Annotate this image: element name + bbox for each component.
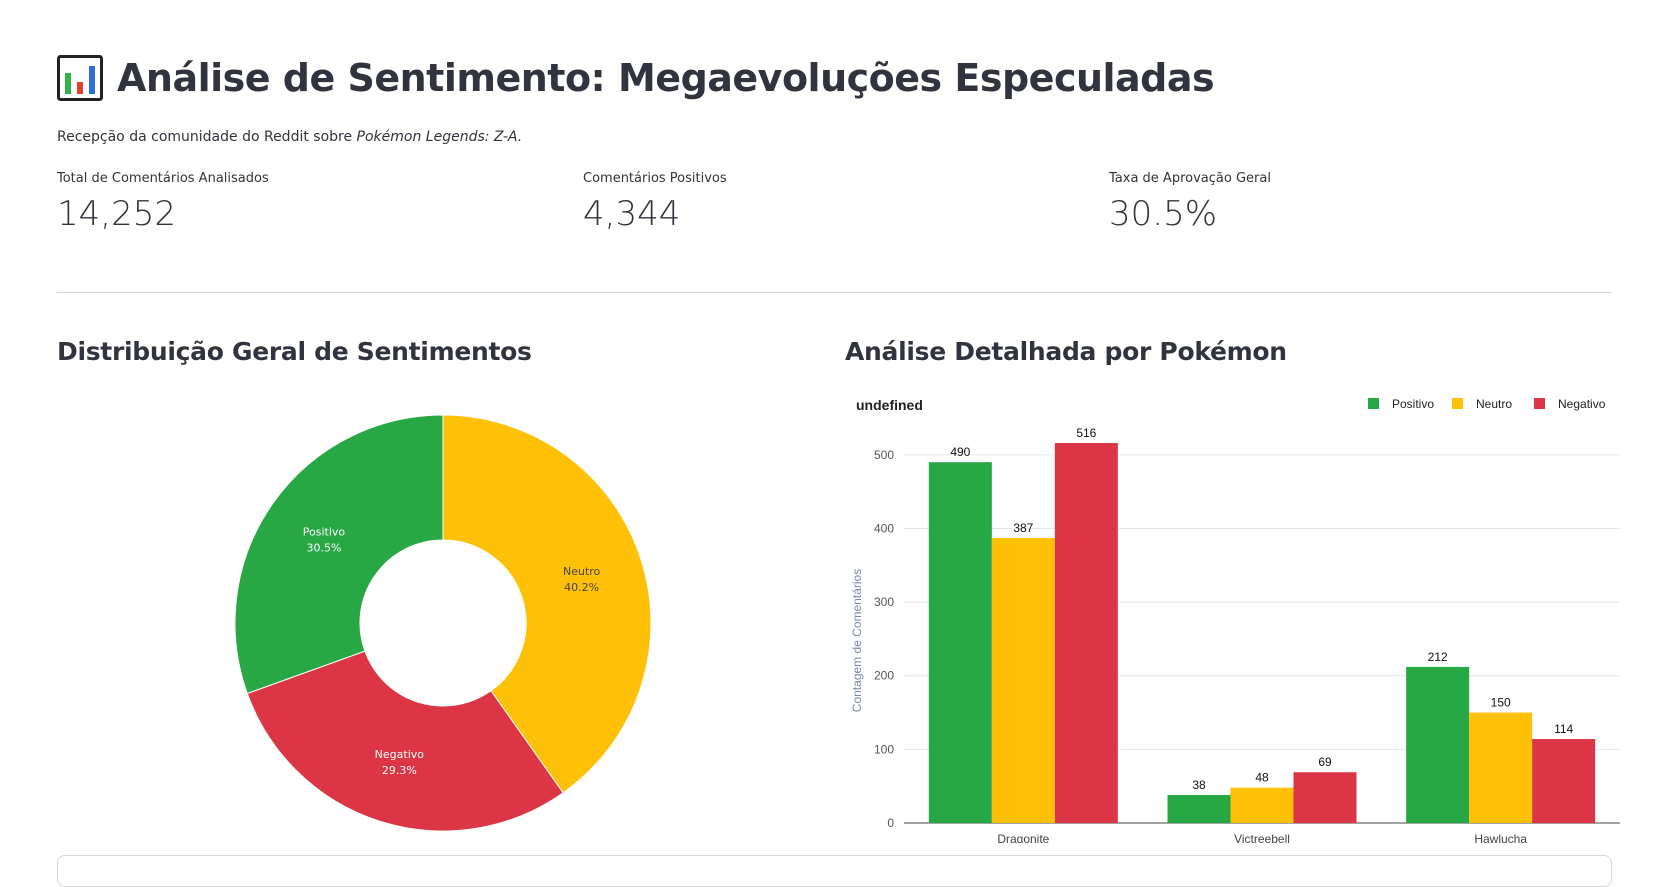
- pie-percent-neutro: 40.2%: [564, 581, 599, 594]
- x-tick-label: Dragonite: [997, 832, 1049, 843]
- y-tick-label: 400: [874, 521, 894, 535]
- bar-value-label: 212: [1428, 650, 1448, 664]
- metric-approval-rate: Taxa de Aprovação Geral 30.5%: [1109, 171, 1271, 234]
- metric-value: 30.5%: [1109, 194, 1218, 234]
- bar-value-label: 114: [1554, 722, 1573, 736]
- legend-label-negativo[interactable]: Negativo: [1558, 397, 1606, 411]
- page-title-text: Análise de Sentimento: Megaevoluções Esp…: [117, 56, 1215, 100]
- bar-victreebell-positivo[interactable]: [1167, 795, 1231, 823]
- y-tick-label: 200: [874, 669, 894, 683]
- sentiment-donut-chart: Neutro 40.2% Negativo 29.3% Positivo 30.5%: [234, 414, 652, 832]
- pie-label-positivo: Positivo: [303, 525, 346, 538]
- bar-victreebell-neutro[interactable]: [1230, 787, 1294, 823]
- subtitle-game-name: Pokémon Legends: Z-A.: [356, 129, 523, 145]
- pokemon-analysis-title: Análise Detalhada por Pokémon: [845, 337, 1287, 366]
- legend-swatch-neutro[interactable]: [1452, 398, 1463, 409]
- bar-chart-emoji-icon: [57, 55, 103, 101]
- bar-value-label: 38: [1192, 778, 1206, 792]
- metric-label: Total de Comentários Analisados: [57, 171, 269, 186]
- legend-swatch-positivo[interactable]: [1368, 398, 1379, 409]
- bar-chart-legend: Positivo Neutro Negativo: [1368, 397, 1606, 411]
- metric-label: Comentários Positivos: [583, 171, 727, 186]
- bar-hawlucha-neutro[interactable]: [1469, 712, 1533, 823]
- bar-value-label: 48: [1255, 771, 1269, 785]
- legend-label-neutro[interactable]: Neutro: [1476, 397, 1512, 411]
- metric-total-comments: Total de Comentários Analisados 14,252: [57, 171, 269, 234]
- bottom-card: [57, 855, 1612, 887]
- bar-hawlucha-positivo[interactable]: [1406, 666, 1470, 823]
- subtitle-text: Recepção da comunidade do Reddit sobre: [57, 129, 357, 145]
- bar-chart-title: undefined: [856, 397, 923, 413]
- bar-value-label: 387: [1013, 521, 1033, 535]
- x-tick-label: Victreebell: [1234, 832, 1290, 843]
- bar-value-label: 490: [950, 445, 970, 459]
- metric-positive-comments: Comentários Positivos 4,344: [583, 171, 727, 234]
- pie-label-neutro: Neutro: [563, 565, 601, 578]
- bar-value-label: 516: [1076, 426, 1096, 440]
- section-divider: [57, 292, 1612, 293]
- legend-swatch-negativo[interactable]: [1534, 398, 1545, 409]
- pie-percent-negativo: 29.3%: [382, 764, 417, 777]
- bar-value-label: 150: [1491, 696, 1511, 710]
- bar-dragonite-neutro[interactable]: [991, 538, 1055, 823]
- x-tick-label: Hawlucha: [1474, 832, 1527, 843]
- pie-label-negativo: Negativo: [375, 748, 425, 761]
- page-subtitle: Recepção da comunidade do Reddit sobre P…: [57, 129, 522, 145]
- y-tick-label: 500: [874, 448, 894, 462]
- y-tick-label: 100: [874, 742, 894, 756]
- legend-label-positivo[interactable]: Positivo: [1392, 397, 1434, 411]
- pokemon-sentiment-bar-chart: undefined 0 100 200 300 400 500 Contagem de Com…: [850, 397, 1620, 843]
- y-axis-label: Contagem de Comentários: [850, 569, 864, 712]
- y-tick-label: 300: [874, 595, 894, 609]
- bar-dragonite-positivo[interactable]: [928, 462, 992, 823]
- metric-label: Taxa de Aprovação Geral: [1109, 171, 1271, 186]
- bar-value-label: 69: [1318, 755, 1332, 769]
- bar-hawlucha-negativo[interactable]: [1532, 739, 1596, 823]
- page-title: Análise de Sentimento: Megaevoluções Esp…: [57, 55, 1215, 101]
- bar-dragonite-negativo[interactable]: [1054, 443, 1118, 823]
- bar-victreebell-negativo[interactable]: [1293, 772, 1357, 823]
- metric-value: 14,252: [57, 194, 176, 234]
- sentiment-distribution-title: Distribuição Geral de Sentimentos: [57, 337, 532, 366]
- y-tick-label: 0: [887, 816, 894, 830]
- metric-value: 4,344: [583, 194, 681, 234]
- pie-percent-positivo: 30.5%: [306, 541, 341, 554]
